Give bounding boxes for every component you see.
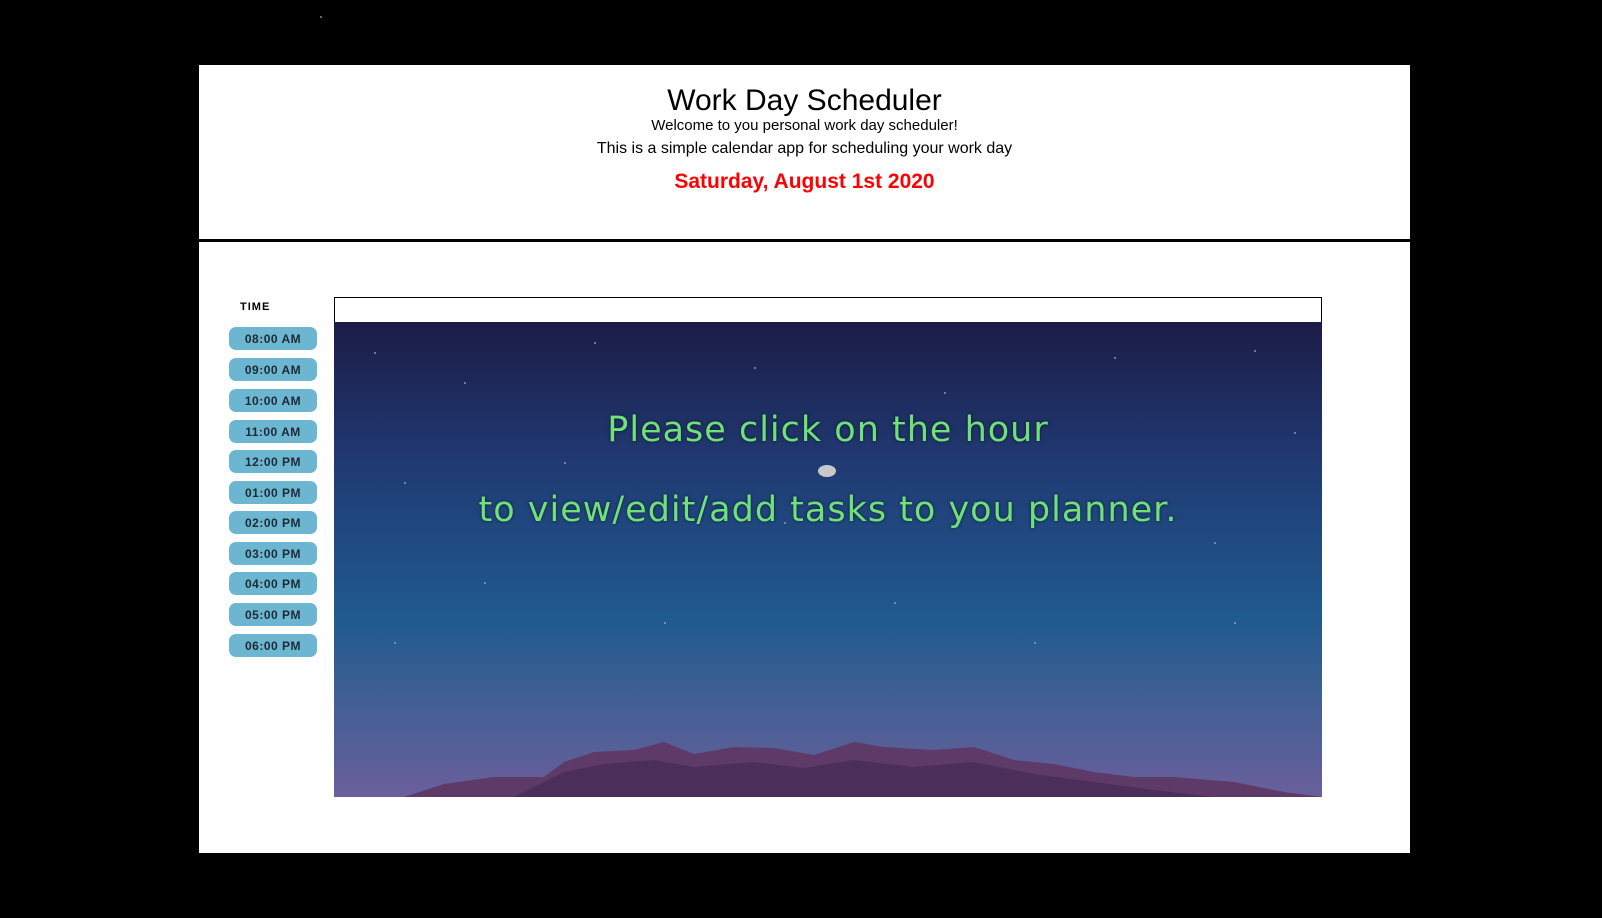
- current-date: Saturday, August 1st 2020: [674, 170, 935, 193]
- hour-button-03pm[interactable]: 03:00 PM: [229, 542, 317, 565]
- hour-button-01pm[interactable]: 01:00 PM: [229, 481, 317, 504]
- header: Work Day Scheduler Welcome to you person…: [199, 65, 1410, 242]
- hour-button-12pm[interactable]: 12:00 PM: [229, 450, 317, 473]
- hour-button-04pm[interactable]: 04:00 PM: [229, 572, 317, 595]
- description-text: This is a simple calendar app for schedu…: [596, 140, 1013, 157]
- hour-button-02pm[interactable]: 02:00 PM: [229, 511, 317, 534]
- hour-button-08am[interactable]: 08:00 AM: [229, 327, 317, 350]
- hour-button-10am[interactable]: 10:00 AM: [229, 389, 317, 412]
- hour-button-09am[interactable]: 09:00 AM: [229, 358, 317, 381]
- welcome-text: Welcome to you personal work day schedul…: [651, 117, 958, 134]
- mountains: [404, 742, 1322, 797]
- page-title: Work Day Scheduler: [667, 84, 942, 117]
- night-sky-background: Please click on the hour to view/edit/ad…: [334, 322, 1322, 797]
- hour-button-06pm[interactable]: 06:00 PM: [229, 634, 317, 657]
- hour-button-05pm[interactable]: 05:00 PM: [229, 603, 317, 626]
- hour-button-11am[interactable]: 11:00 AM: [229, 420, 317, 443]
- time-column-header: TIME: [240, 301, 271, 313]
- stray-dot: [320, 16, 322, 18]
- page-container: Work Day Scheduler Welcome to you person…: [199, 65, 1410, 853]
